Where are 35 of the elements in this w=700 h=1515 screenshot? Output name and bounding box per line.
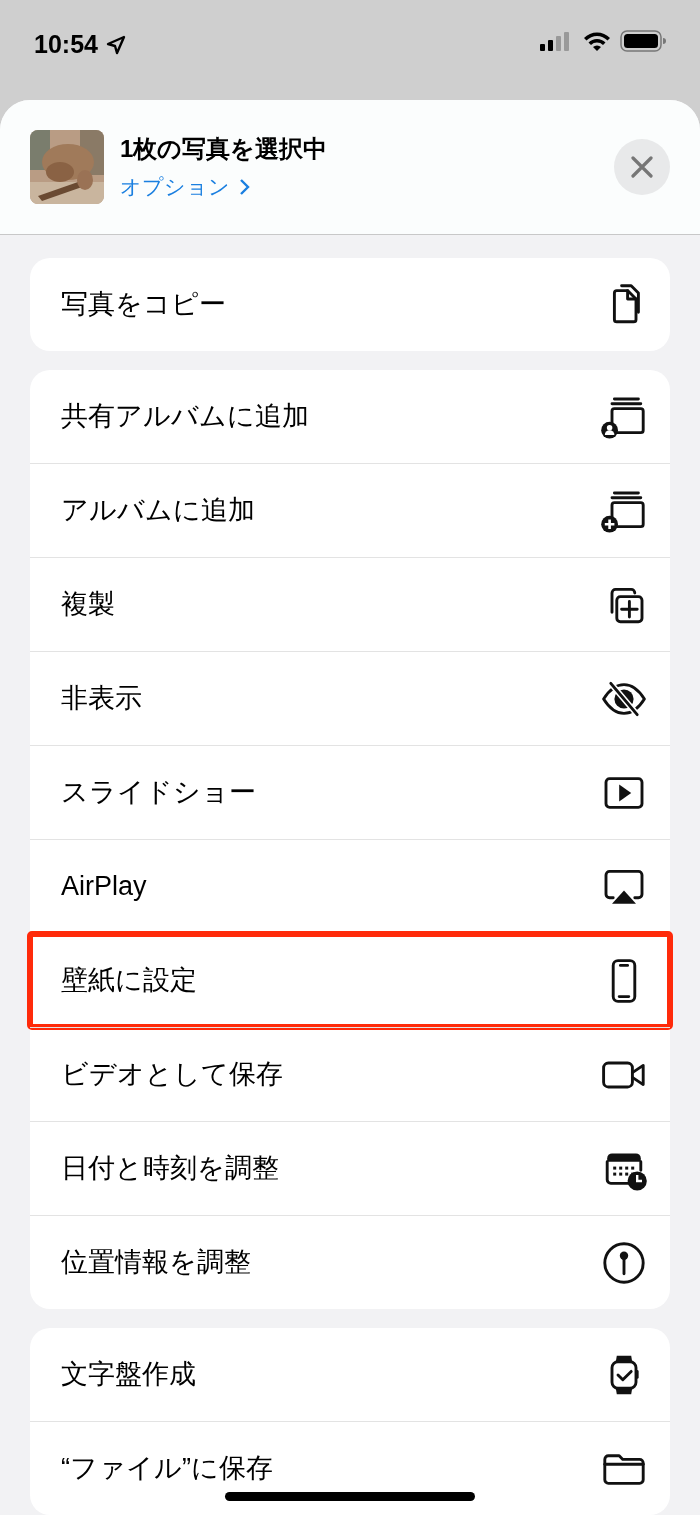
chevron-right-icon <box>238 178 250 196</box>
action-row[interactable]: 位置情報を調整 <box>30 1216 670 1309</box>
action-label: 非表示 <box>61 682 142 716</box>
action-row[interactable]: スライドショー <box>30 746 670 839</box>
status-time: 10:54 <box>34 29 98 60</box>
close-icon <box>631 156 653 178</box>
action-label: 位置情報を調整 <box>61 1246 251 1280</box>
action-label: 複製 <box>61 588 115 622</box>
action-row[interactable]: 非表示 <box>30 652 670 745</box>
close-button[interactable] <box>614 139 670 195</box>
action-label: アルバムに追加 <box>61 494 255 528</box>
action-label: 壁紙に設定 <box>61 964 197 998</box>
action-row[interactable]: 文字盤作成 <box>30 1328 670 1421</box>
action-label: スライドショー <box>61 776 256 810</box>
action-label: 日付と時刻を調整 <box>61 1152 279 1186</box>
wifi-icon <box>582 30 612 52</box>
action-row[interactable]: 壁紙に設定 <box>30 934 670 1027</box>
action-label: AirPlay <box>61 870 147 904</box>
sheet-title: 1枚の写真を選択中 <box>120 134 329 165</box>
action-row[interactable]: AirPlay <box>30 840 670 933</box>
action-row[interactable]: 写真をコピー <box>30 258 670 351</box>
battery-icon <box>620 30 666 52</box>
action-label: “ファイル”に保存 <box>61 1452 273 1486</box>
location-arrow-icon <box>105 34 126 55</box>
action-row[interactable]: 日付と時刻を調整 <box>30 1122 670 1215</box>
action-label: 文字盤作成 <box>61 1358 196 1392</box>
action-label: 共有アルバムに追加 <box>61 400 309 434</box>
options-link[interactable]: オプション <box>120 171 250 203</box>
action-row[interactable]: “ファイル”に保存 <box>30 1422 670 1515</box>
action-row[interactable]: 共有アルバムに追加 <box>30 370 670 463</box>
action-row[interactable]: アルバムに追加 <box>30 464 670 557</box>
action-label: 写真をコピー <box>61 288 226 322</box>
action-row[interactable]: 複製 <box>30 558 670 651</box>
action-label: ビデオとして保存 <box>61 1058 283 1092</box>
action-row[interactable]: ビデオとして保存 <box>30 1028 670 1121</box>
